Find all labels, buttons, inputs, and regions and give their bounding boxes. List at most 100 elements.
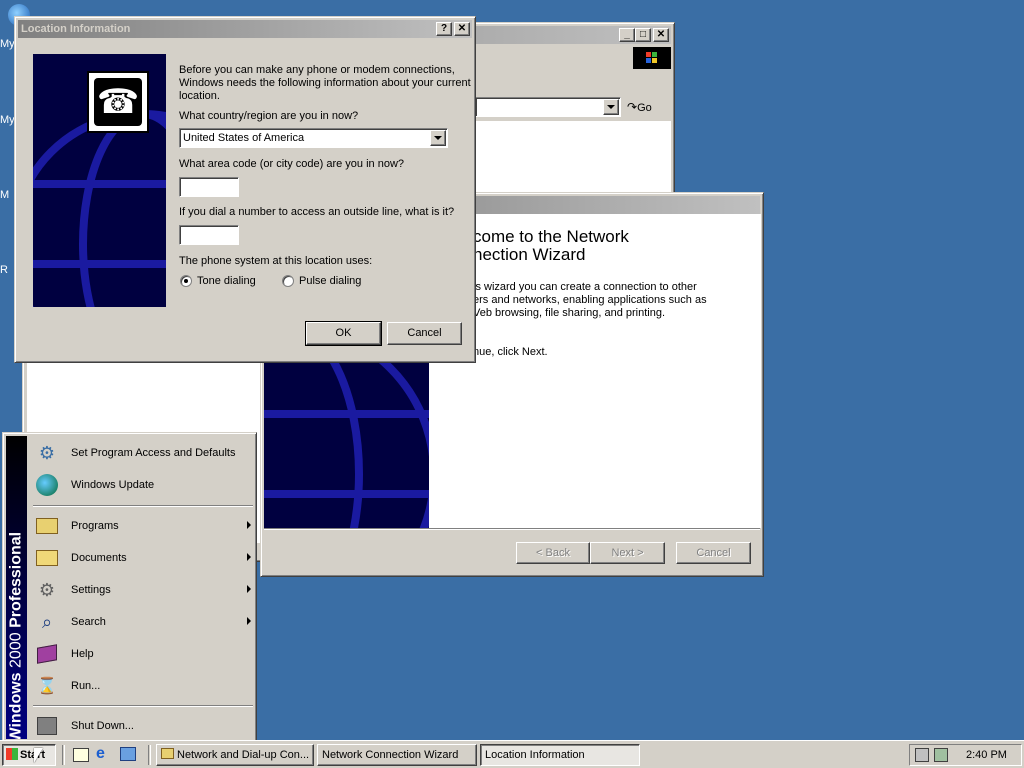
close-button[interactable]: ✕	[653, 28, 669, 42]
mouse-cursor-icon	[34, 748, 43, 763]
address-bar[interactable]	[475, 97, 621, 117]
area-code-input[interactable]	[179, 177, 239, 197]
start-menu-banner-text: Windows 2000 Professional	[6, 447, 27, 739]
menu-item-label: Search	[71, 616, 106, 628]
country-value: United States of America	[183, 132, 305, 144]
task-label: Network and Dial-up Con...	[177, 749, 310, 761]
intro-line3: location.	[179, 90, 220, 102]
location-intro: Before you can make any phone or modem c…	[179, 64, 471, 103]
country-label: What country/region are you in now?	[179, 110, 359, 122]
task-network-connection-wizard[interactable]: Network Connection Wizard	[317, 744, 477, 766]
wizard-heading-line2: nection Wizard	[473, 245, 586, 264]
task-network-dialup[interactable]: Network and Dial-up Con...	[156, 744, 314, 766]
show-desktop-icon[interactable]	[73, 748, 89, 762]
telephone-icon: ☎	[87, 71, 149, 133]
clock[interactable]: 2:40 PM	[966, 749, 1007, 761]
country-dropdown-button[interactable]	[430, 130, 446, 146]
banner-edition: Professional	[7, 531, 25, 628]
pulse-dialing-label[interactable]: Pulse dialing	[299, 275, 361, 287]
location-close-button[interactable]: ✕	[454, 22, 470, 36]
menu-item-label: Programs	[71, 520, 119, 532]
windows-flag-icon	[6, 748, 18, 760]
submenu-arrow-icon	[247, 585, 251, 593]
wizard-heading-line1: come to the Network	[473, 227, 629, 246]
wizard-heading: come to the Network nection Wizard	[473, 228, 629, 264]
menu-item-set-program-access[interactable]: ⚙ Set Program Access and Defaults	[29, 437, 257, 469]
menu-item-label: Settings	[71, 584, 111, 596]
explorer-content	[475, 121, 671, 193]
banner-version: 2000	[7, 632, 25, 668]
phone-system-label: The phone system at this location uses:	[179, 255, 373, 267]
start-menu-banner: Windows 2000 Professional	[6, 436, 27, 739]
pulse-dialing-radio[interactable]	[282, 275, 294, 287]
submenu-arrow-icon	[247, 617, 251, 625]
go-arrow-icon: ↷	[627, 100, 638, 114]
desktop-label-recycle-bin[interactable]: R	[0, 264, 8, 276]
menu-item-windows-update[interactable]: Windows Update	[29, 469, 257, 501]
task-label: Location Information	[485, 749, 585, 761]
location-titlebar[interactable]: Location Information ? ✕	[18, 20, 472, 38]
menu-item-documents[interactable]: Documents	[29, 542, 257, 574]
windows-update-icon	[33, 471, 61, 499]
wizard-separator	[264, 528, 760, 530]
back-button[interactable]: < Back	[516, 542, 590, 564]
submenu-arrow-icon	[247, 553, 251, 561]
task-location-information[interactable]: Location Information	[480, 744, 640, 766]
location-cancel-button[interactable]: Cancel	[387, 322, 462, 345]
task-label: Network Connection Wizard	[322, 749, 459, 761]
menu-separator	[33, 505, 253, 507]
go-label: Go	[637, 102, 652, 114]
menu-item-help[interactable]: Help	[29, 638, 257, 670]
network-tray-icon[interactable]	[915, 748, 929, 762]
go-button[interactable]: ↷Go	[627, 97, 667, 117]
menu-item-run[interactable]: ⌛ Run...	[29, 670, 257, 702]
desktop-label-my-computer[interactable]: My	[0, 114, 15, 126]
address-dropdown-button[interactable]	[603, 99, 619, 115]
help-icon	[33, 640, 61, 668]
wizard-cancel-button[interactable]: Cancel	[676, 542, 751, 564]
menu-item-search[interactable]: ⌕ Search	[29, 606, 257, 638]
start-menu: Windows 2000 Professional ⚙ Set Program …	[2, 432, 257, 742]
wizard-content: come to the Network nection Wizard is wi…	[429, 214, 761, 528]
network-folder-icon	[161, 748, 174, 759]
submenu-arrow-icon	[247, 521, 251, 529]
shutdown-icon	[33, 712, 61, 740]
country-select[interactable]: United States of America	[179, 128, 448, 148]
wizard-desc-line1: is wizard you can create a connection to…	[473, 281, 697, 293]
tone-dialing-radio[interactable]	[180, 275, 192, 287]
minimize-button[interactable]: _	[619, 28, 635, 42]
maximize-button[interactable]: □	[635, 28, 651, 42]
menu-item-programs[interactable]: Programs	[29, 510, 257, 542]
help-button[interactable]: ?	[436, 22, 452, 36]
banner-brand: Windows	[7, 672, 25, 739]
desktop-label-my-documents[interactable]: My	[0, 38, 15, 50]
taskbar-separator	[148, 745, 151, 765]
tone-dialing-label[interactable]: Tone dialing	[197, 275, 256, 287]
wizard-desc-line2: ers and networks, enabling applications …	[473, 294, 707, 306]
menu-item-label: Help	[71, 648, 94, 660]
internet-explorer-icon[interactable]: e	[96, 746, 112, 762]
menu-item-settings[interactable]: ⚙ Settings	[29, 574, 257, 606]
intro-line2: Windows needs the following information …	[179, 77, 471, 89]
ok-button[interactable]: OK	[305, 321, 382, 346]
outside-line-input[interactable]	[179, 225, 239, 245]
run-icon: ⌛	[37, 678, 57, 695]
menu-item-shut-down[interactable]: Shut Down...	[29, 710, 257, 742]
settings-icon: ⚙	[38, 579, 56, 600]
wizard-continue-text: nue, click Next.	[473, 346, 548, 358]
intro-line1: Before you can make any phone or modem c…	[179, 64, 455, 76]
search-icon: ⌕	[41, 611, 53, 632]
outside-line-label: If you dial a number to access an outsid…	[179, 206, 455, 218]
wizard-description: is wizard you can create a connection to…	[473, 281, 707, 320]
location-banner-image: ☎	[33, 54, 166, 307]
start-button[interactable]: Start	[2, 744, 56, 766]
next-button[interactable]: Next >	[590, 542, 665, 564]
menu-item-label: Run...	[71, 680, 101, 692]
menu-item-label: Set Program Access and Defaults	[71, 447, 236, 459]
location-title: Location Information	[21, 23, 131, 35]
desktop-label-network[interactable]: M	[0, 189, 9, 201]
connection-tray-icon[interactable]	[934, 748, 948, 762]
documents-icon	[33, 544, 61, 572]
outlook-express-icon[interactable]	[120, 747, 136, 761]
system-tray: 2:40 PM	[909, 744, 1022, 766]
